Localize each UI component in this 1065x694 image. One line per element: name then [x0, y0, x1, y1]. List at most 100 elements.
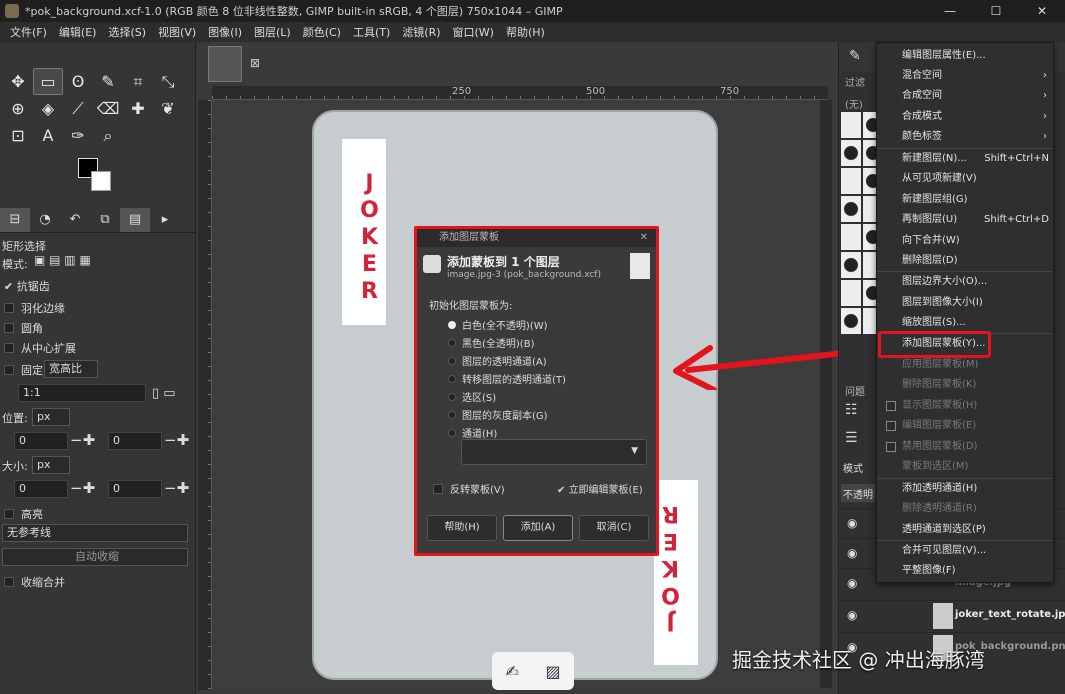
radio-selection[interactable]: 选区(S): [448, 389, 496, 404]
position-x-field[interactable]: 0: [14, 432, 68, 450]
brush-item[interactable]: [841, 140, 861, 166]
menu-item-delete-layer[interactable]: 删除图层(D): [877, 251, 1053, 271]
radio-alpha[interactable]: 图层的透明通道(A): [448, 353, 547, 368]
eye-icon[interactable]: ◉: [847, 576, 857, 590]
menu-tools[interactable]: 工具(T): [347, 24, 396, 40]
brush-tab-icon[interactable]: ✎: [849, 48, 861, 64]
brush-item[interactable]: [841, 280, 861, 306]
brush-item[interactable]: [841, 168, 861, 194]
menu-item-blend-space[interactable]: 混合空间 ›: [877, 66, 1053, 86]
menu-item-delete-layer-mask[interactable]: 删除图层蒙板(K): [877, 375, 1053, 395]
eye-icon[interactable]: ◉: [847, 546, 857, 560]
highlight-checkbox[interactable]: [4, 509, 14, 519]
pattern-icon[interactable]: ▨: [546, 662, 561, 681]
menu-item-scale-layer[interactable]: 缩放图层(S)...: [877, 313, 1053, 333]
brush-item[interactable]: [841, 224, 861, 250]
text-tool-icon[interactable]: A: [33, 122, 63, 149]
radio-channel[interactable]: 通道(H): [448, 425, 497, 440]
smudge-tool-icon[interactable]: ❦: [153, 95, 183, 122]
brush-item[interactable]: [841, 112, 861, 138]
rounded-checkbox[interactable]: [4, 323, 14, 333]
crop-tool-icon[interactable]: ⌗: [123, 68, 153, 95]
invert-mask-checkbox[interactable]: 反转蒙板(V): [433, 481, 505, 496]
menu-item-remove-alpha[interactable]: 删除透明通道(R): [877, 499, 1053, 519]
menu-item-composite-space[interactable]: 合成空间 ›: [877, 86, 1053, 106]
menu-item-apply-layer-mask[interactable]: 应用图层蒙板(M): [877, 355, 1053, 375]
menu-item-edit-layer-mask[interactable]: 编辑图层蒙板(E): [877, 416, 1053, 436]
size-h-stepper[interactable]: −✚: [164, 480, 189, 496]
ratio-buttons-icon[interactable]: ▯ ▭: [152, 386, 176, 401]
menu-edit[interactable]: 编辑(E): [53, 24, 103, 40]
maximize-button[interactable]: ☐: [973, 0, 1019, 22]
eye-icon[interactable]: ◉: [847, 516, 857, 530]
paint-select-icon[interactable]: ✍: [505, 662, 518, 681]
paths-tool-icon[interactable]: ⊡: [3, 122, 33, 149]
menu-item-alpha-to-selection[interactable]: 透明通道到选区(P): [877, 520, 1053, 540]
feather-checkbox[interactable]: [4, 303, 14, 313]
menu-filters[interactable]: 滤镜(R): [396, 24, 446, 40]
help-button[interactable]: 帮助(H): [427, 515, 497, 541]
size-unit[interactable]: px: [32, 456, 70, 474]
menu-item-duplicate-layer[interactable]: 再制图层(U) Shift+Ctrl+D: [877, 210, 1053, 230]
menu-select[interactable]: 选择(S): [102, 24, 152, 40]
brush-item[interactable]: [841, 252, 861, 278]
color-picker-tool-icon[interactable]: ✑: [63, 122, 93, 149]
menu-item-layer-boundary-size[interactable]: 图层边界大小(O)...: [877, 272, 1053, 292]
menu-item-color-tag[interactable]: 颜色标签 ›: [877, 127, 1053, 147]
channel-combo[interactable]: ▼: [461, 439, 647, 465]
radio-black[interactable]: 黑色(全透明)(B): [448, 335, 534, 350]
radio-grayscale[interactable]: 图层的灰度副本(G): [448, 407, 548, 422]
fixed-combo[interactable]: 宽高比: [44, 360, 98, 378]
bucket-fill-tool-icon[interactable]: ◈: [33, 95, 63, 122]
menu-item-mask-to-selection[interactable]: 蒙板到选区(M): [877, 457, 1053, 477]
layer-row[interactable]: ◉ joker_text_rotate.jpg: [839, 600, 1065, 630]
fixed-checkbox[interactable]: [4, 365, 14, 375]
brush-item[interactable]: [841, 308, 861, 334]
undo-history-tab-icon[interactable]: ↶: [60, 212, 90, 227]
move-tool-icon[interactable]: ✥: [3, 68, 33, 95]
menu-item-layer-to-image-size[interactable]: 图层到图像大小(I): [877, 293, 1053, 313]
image-tab-close-icon[interactable]: ⊠: [250, 56, 260, 70]
menu-item-show-layer-mask[interactable]: 显示图层蒙板(H): [877, 396, 1053, 416]
auto-shrink-button[interactable]: 自动收缩: [2, 548, 188, 566]
menu-view[interactable]: 视图(V): [152, 24, 202, 40]
menu-file[interactable]: 文件(F): [4, 24, 53, 40]
cancel-button[interactable]: 取消(C): [579, 515, 649, 541]
add-button[interactable]: 添加(A): [503, 515, 573, 541]
device-status-tab-icon[interactable]: ◔: [30, 212, 60, 227]
menu-item-new-layer-group[interactable]: 新建图层组(G): [877, 190, 1053, 210]
size-w-field[interactable]: 0: [14, 480, 68, 498]
clone-tool-icon[interactable]: ✚: [123, 95, 153, 122]
warp-tool-icon[interactable]: ⊕: [3, 95, 33, 122]
menu-item-new-layer[interactable]: 新建图层(N)... Shift+Ctrl+N: [877, 149, 1053, 169]
image-tab-thumbnail[interactable]: [208, 46, 242, 82]
pos-x-stepper[interactable]: −✚: [70, 432, 95, 448]
menu-item-edit-layer-attributes[interactable]: 编辑图层属性(E)...: [877, 46, 1053, 66]
menu-item-add-alpha[interactable]: 添加透明通道(H): [877, 479, 1053, 499]
pos-y-stepper[interactable]: −✚: [164, 432, 189, 448]
menu-item-new-from-visible[interactable]: 从可见项新建(V): [877, 169, 1053, 189]
menu-item-flatten-image[interactable]: 平整图像(F): [877, 561, 1053, 581]
ratio-field[interactable]: 1:1: [18, 384, 146, 402]
transform-tool-icon[interactable]: ⤡: [153, 68, 183, 95]
guides-combo[interactable]: 无参考线: [2, 524, 188, 542]
menu-image[interactable]: 图像(I): [202, 24, 248, 40]
channels-tab-icon[interactable]: ☰: [845, 430, 858, 446]
position-y-field[interactable]: 0: [108, 432, 162, 450]
background-color[interactable]: [91, 171, 111, 191]
eraser-tool-icon[interactable]: ⌫: [93, 95, 123, 122]
position-unit[interactable]: px: [32, 408, 70, 426]
size-h-field[interactable]: 0: [108, 480, 162, 498]
menu-colors[interactable]: 颜色(C): [297, 24, 347, 40]
minimize-button[interactable]: —: [927, 0, 973, 22]
dialog-close-icon[interactable]: ✕: [640, 229, 648, 247]
radio-white[interactable]: 白色(全不透明)(W): [448, 317, 548, 332]
eye-icon[interactable]: ◉: [847, 608, 857, 622]
tab-menu-icon[interactable]: ▸: [150, 212, 180, 227]
antialias-label[interactable]: 抗锯齿: [17, 280, 50, 293]
zoom-tool-icon[interactable]: ⌕: [93, 122, 123, 149]
brush-item[interactable]: [841, 196, 861, 222]
canvas-scrollbar[interactable]: [820, 100, 832, 688]
selection-mode-icons[interactable]: ▣ ▤ ▥ ▦: [34, 253, 91, 267]
images-tab-icon[interactable]: ⧉: [90, 212, 120, 227]
